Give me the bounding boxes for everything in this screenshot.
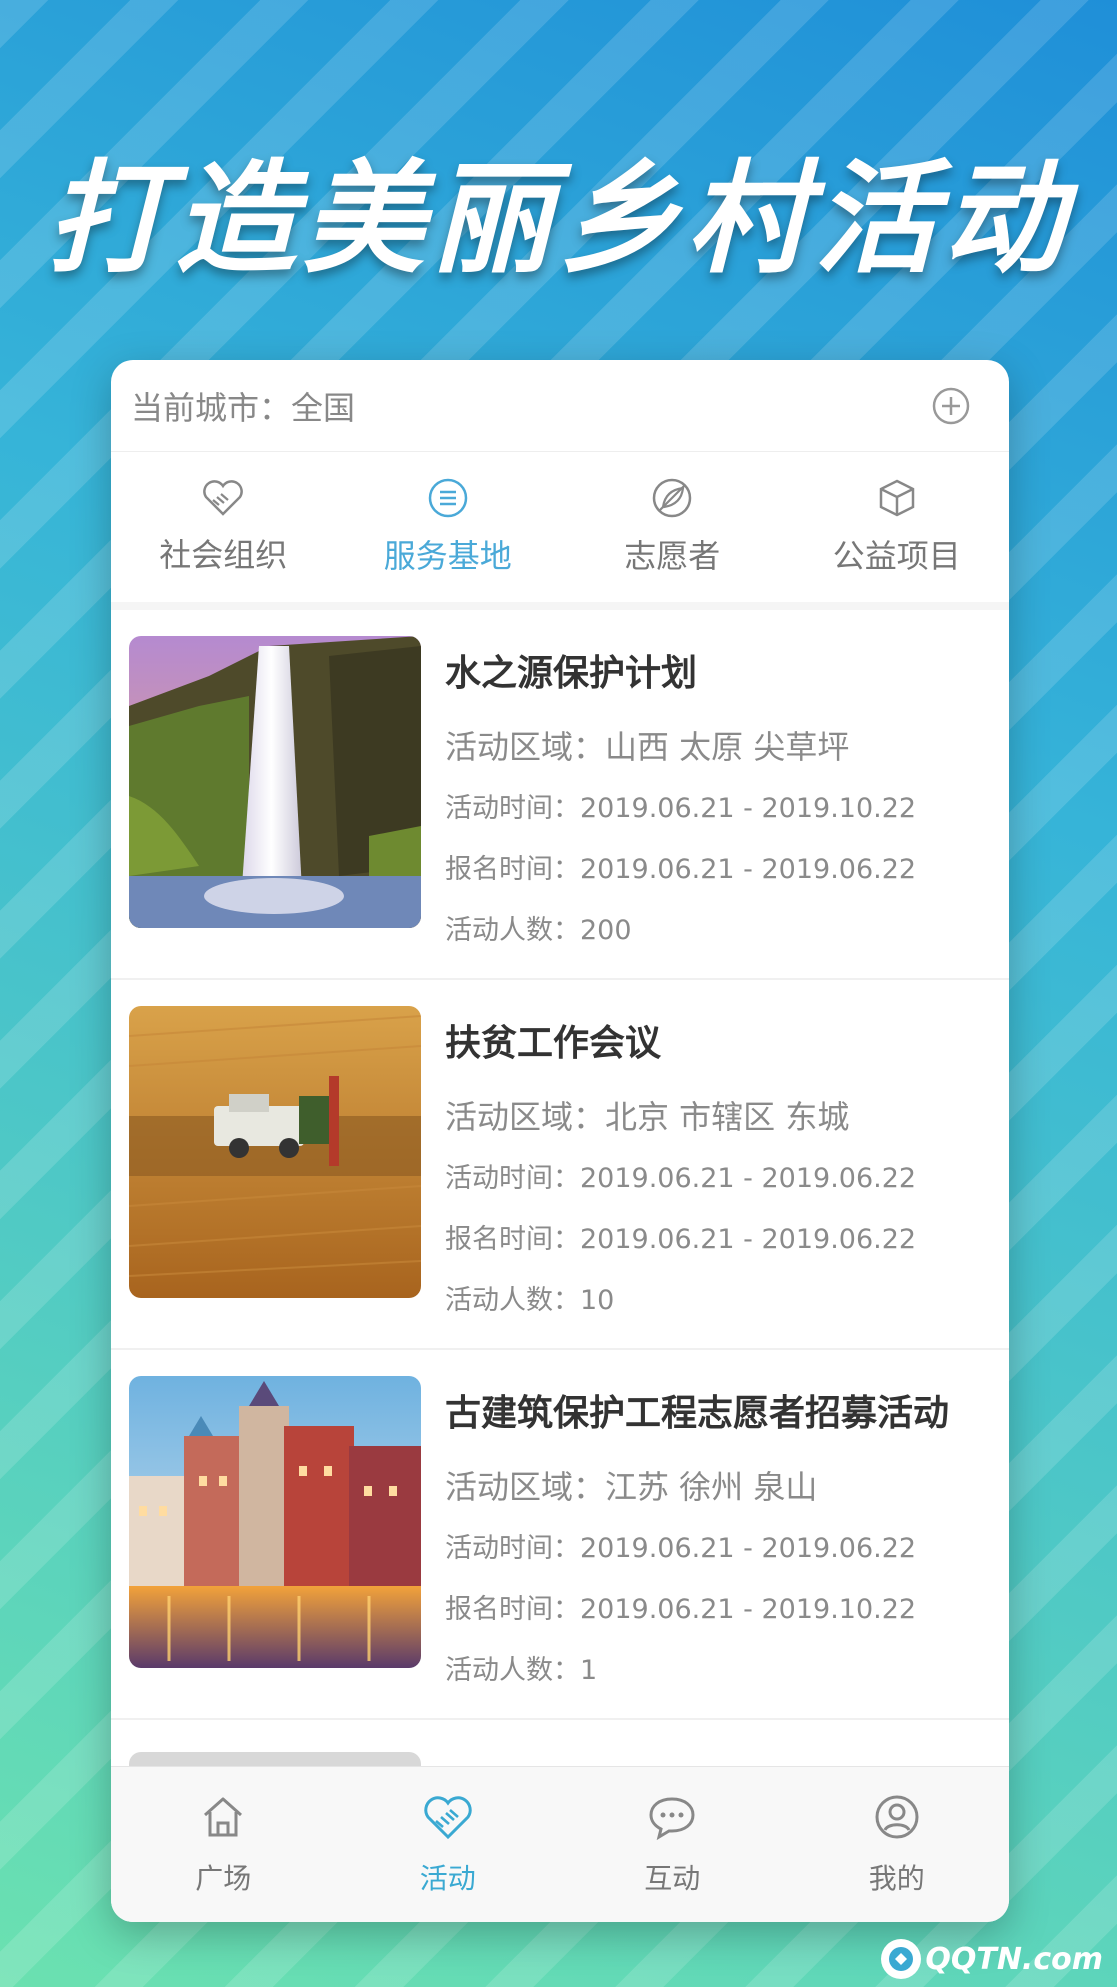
nav-square[interactable]: 广场 xyxy=(111,1767,336,1922)
tab-public-project[interactable]: 公益项目 xyxy=(785,452,1010,602)
activity-time: 活动时间：2019.06.21 - 2019.10.22 xyxy=(445,793,917,824)
tab-label: 公益项目 xyxy=(832,537,961,575)
activity-time: 活动时间：2019.06.21 - 2019.06.22 xyxy=(445,1163,917,1194)
list-circle-icon xyxy=(427,477,469,523)
activity-info: 水之源保护计划 活动区域：山西 太原 尖草坪 活动时间：2019.06.21 -… xyxy=(445,638,999,969)
activity-info: 扶贫工作会议 活动区域：北京 市辖区 东城 活动时间：2019.06.21 - … xyxy=(445,1008,999,1339)
tab-label: 服务基地 xyxy=(383,537,512,575)
tab-label: 志愿者 xyxy=(624,537,721,575)
activity-time: 活动时间：2019.06.21 - 2019.06.22 xyxy=(445,1533,917,1564)
activity-title: 水之源保护计划 xyxy=(445,653,698,694)
tab-label: 社会组织 xyxy=(159,536,288,574)
leaf-circle-icon xyxy=(651,477,693,523)
list-item[interactable]: 古建筑保护工程志愿者招募活动 活动区域：江苏 徐州 泉山 活动时间：2019.0… xyxy=(111,1350,1009,1720)
watermark-text: QQTN.com xyxy=(925,1941,1103,1977)
activity-people: 活动人数：200 xyxy=(445,915,632,946)
city-label[interactable]: 当前城市：全国 xyxy=(131,383,355,429)
activity-people: 活动人数：1 xyxy=(445,1655,598,1686)
handshake-heart-icon xyxy=(201,478,245,522)
plus-circle-icon[interactable] xyxy=(927,382,975,430)
handshake-heart-icon xyxy=(422,1793,474,1845)
activity-region: 活动区域：江苏 徐州 泉山 xyxy=(445,1468,818,1506)
activity-region: 活动区域：山西 太原 尖草坪 xyxy=(445,728,850,766)
watermark-logo: QQTN.com xyxy=(881,1939,1103,1979)
activity-title: 扶贫工作会议 xyxy=(445,1023,662,1064)
qqtn-logo-icon xyxy=(881,1939,922,1979)
nav-label: 互动 xyxy=(644,1861,701,1895)
city-bar: 当前城市：全国 xyxy=(111,360,1009,452)
activity-list: 水之源保护计划 活动区域：山西 太原 尖草坪 活动时间：2019.06.21 -… xyxy=(111,610,1009,1840)
bottom-nav: 广场 活动 互动 我的 xyxy=(111,1766,1009,1922)
nav-activity[interactable]: 活动 xyxy=(336,1767,561,1922)
tab-social-org[interactable]: 社会组织 xyxy=(111,452,336,602)
activity-thumbnail xyxy=(129,1376,421,1668)
activity-region: 活动区域：北京 市辖区 东城 xyxy=(445,1098,850,1136)
nav-label: 广场 xyxy=(195,1861,252,1895)
list-item[interactable]: 水之源保护计划 活动区域：山西 太原 尖草坪 活动时间：2019.06.21 -… xyxy=(111,610,1009,980)
activity-title: 古建筑保护工程志愿者招募活动 xyxy=(445,1393,950,1434)
user-circle-icon xyxy=(873,1793,921,1845)
tab-volunteer[interactable]: 志愿者 xyxy=(560,452,785,602)
nav-label: 我的 xyxy=(868,1861,925,1895)
chat-bubble-icon xyxy=(647,1793,697,1845)
nav-interact[interactable]: 互动 xyxy=(560,1767,785,1922)
app-window: 当前城市：全国 社会组织 服务基地 志愿者 公益项目 水之源保护计划 活动区域：… xyxy=(111,360,1009,1922)
tab-service-base[interactable]: 服务基地 xyxy=(336,452,561,602)
activity-thumbnail xyxy=(129,636,421,928)
activity-thumbnail xyxy=(129,1006,421,1298)
headline: 打造美丽乡村活动 xyxy=(46,148,1071,290)
activity-info: 古建筑保护工程志愿者招募活动 活动区域：江苏 徐州 泉山 活动时间：2019.0… xyxy=(445,1378,999,1709)
signup-time: 报名时间：2019.06.21 - 2019.06.22 xyxy=(445,1224,917,1255)
category-tabs: 社会组织 服务基地 志愿者 公益项目 xyxy=(111,452,1009,610)
signup-time: 报名时间：2019.06.21 - 2019.10.22 xyxy=(445,1594,917,1625)
nav-mine[interactable]: 我的 xyxy=(785,1767,1010,1922)
signup-time: 报名时间：2019.06.21 - 2019.06.22 xyxy=(445,854,917,885)
activity-people: 活动人数：10 xyxy=(445,1285,615,1316)
cube-icon xyxy=(876,477,918,523)
home-icon xyxy=(199,1793,247,1845)
nav-label: 活动 xyxy=(419,1861,476,1895)
list-item[interactable]: 扶贫工作会议 活动区域：北京 市辖区 东城 活动时间：2019.06.21 - … xyxy=(111,980,1009,1350)
